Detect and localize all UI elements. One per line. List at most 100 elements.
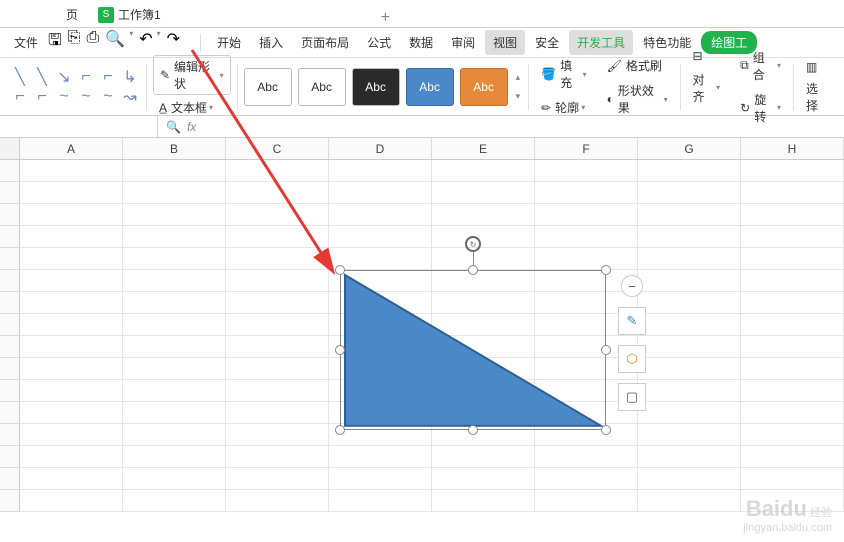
row-header[interactable] bbox=[0, 380, 20, 402]
select-all-corner[interactable] bbox=[0, 138, 20, 159]
menu-file[interactable]: 文件 bbox=[6, 30, 46, 55]
edit-shape-icon: ✎ bbox=[160, 68, 170, 82]
menu-start[interactable]: 开始 bbox=[209, 30, 249, 55]
menu-review[interactable]: 审阅 bbox=[443, 30, 483, 55]
quick-outline-button[interactable]: ▢ bbox=[618, 383, 646, 411]
rotate-button[interactable]: ↻ 旋转 ▾ bbox=[734, 89, 787, 127]
outline-label: 轮廓 bbox=[555, 99, 579, 116]
preview-icon[interactable]: 🔍 bbox=[105, 29, 125, 56]
add-tab-button[interactable]: + bbox=[371, 9, 400, 27]
resize-handle[interactable] bbox=[335, 345, 345, 355]
row-header[interactable] bbox=[0, 292, 20, 314]
resize-handle[interactable] bbox=[601, 265, 611, 275]
row-header[interactable] bbox=[0, 270, 20, 292]
group-button[interactable]: ⧉ 组合 ▾ bbox=[734, 47, 787, 85]
row-header[interactable] bbox=[0, 490, 20, 512]
resize-handle[interactable] bbox=[468, 265, 478, 275]
undo-icon[interactable]: ↶ bbox=[139, 29, 152, 56]
dropdown-icon: ▾ bbox=[581, 103, 585, 112]
dropdown-icon: ▾ bbox=[583, 70, 587, 79]
shape-style-preset[interactable]: Abc bbox=[298, 68, 346, 106]
gallery-down-icon[interactable]: ▾ bbox=[514, 89, 523, 104]
quick-fill-button[interactable]: ⬡ bbox=[618, 345, 646, 373]
select-pane-button[interactable]: ▥ bbox=[800, 58, 834, 76]
menu-data[interactable]: 数据 bbox=[401, 30, 441, 55]
fx-label[interactable]: fx bbox=[187, 120, 196, 134]
column-header[interactable]: B bbox=[123, 138, 226, 159]
row-header[interactable] bbox=[0, 226, 20, 248]
row-header[interactable] bbox=[0, 446, 20, 468]
row-header[interactable] bbox=[0, 314, 20, 336]
align-dropdown[interactable]: 对齐 ▾ bbox=[687, 69, 727, 107]
resize-handle[interactable] bbox=[468, 425, 478, 435]
rotate-handle[interactable]: ↻ bbox=[465, 236, 481, 252]
quick-edit-button[interactable]: ✎ bbox=[618, 307, 646, 335]
connector-icon[interactable]: ⌐ bbox=[76, 68, 96, 86]
line-icon[interactable]: ╲ bbox=[32, 68, 52, 86]
menu-page-layout[interactable]: 页面布局 bbox=[293, 30, 357, 55]
line-icon[interactable]: ╲ bbox=[10, 68, 30, 86]
fill-button[interactable]: 🪣 填充 ▾ bbox=[535, 55, 593, 93]
column-header[interactable]: E bbox=[432, 138, 535, 159]
resize-handle[interactable] bbox=[335, 265, 345, 275]
line-arrow-icon[interactable]: ↘ bbox=[54, 68, 74, 86]
column-header[interactable]: D bbox=[329, 138, 432, 159]
curve-icon[interactable]: ~ bbox=[54, 88, 74, 106]
column-header[interactable]: A bbox=[20, 138, 123, 159]
triangle-shape[interactable] bbox=[343, 273, 603, 428]
elbow-icon[interactable]: ⌐ bbox=[32, 88, 52, 106]
row-header[interactable] bbox=[0, 424, 20, 446]
format-painter-button[interactable]: 🖌 格式刷 bbox=[601, 55, 674, 76]
zoom-icon[interactable]: 🔍 bbox=[166, 120, 181, 134]
print-icon[interactable]: ⎙ bbox=[86, 29, 99, 56]
menu-formula[interactable]: 公式 bbox=[359, 30, 399, 55]
curve-arrow-icon[interactable]: ↝ bbox=[120, 88, 140, 106]
row-header[interactable] bbox=[0, 204, 20, 226]
menu-security[interactable]: 安全 bbox=[527, 30, 567, 55]
shape-style-preset[interactable]: Abc bbox=[460, 68, 508, 106]
shape-style-preset-selected[interactable]: Abc bbox=[406, 68, 454, 106]
connector-arrow-icon[interactable]: ↳ bbox=[120, 68, 140, 86]
column-header[interactable]: C bbox=[226, 138, 329, 159]
row-header[interactable] bbox=[0, 402, 20, 424]
row-header[interactable] bbox=[0, 160, 20, 182]
resize-handle[interactable] bbox=[335, 425, 345, 435]
shape-effects-button[interactable]: ◐ 形状效果 ▾ bbox=[601, 80, 674, 118]
curve-icon[interactable]: ~ bbox=[76, 88, 96, 106]
outline-button[interactable]: ✏ 轮廓 ▾ bbox=[535, 97, 593, 118]
connector-icon[interactable]: ⌐ bbox=[98, 68, 118, 86]
collapse-tools-button[interactable]: − bbox=[621, 275, 643, 297]
column-header[interactable]: F bbox=[535, 138, 638, 159]
redo-icon[interactable]: ↷ bbox=[167, 29, 180, 56]
menu-dev-tools[interactable]: 开发工具 bbox=[569, 30, 633, 55]
align-button[interactable]: ⊟ bbox=[687, 47, 727, 65]
edit-shape-button[interactable]: ✎ 编辑形状 ▾ bbox=[153, 55, 231, 95]
dropdown-icon[interactable]: ▾ bbox=[129, 29, 133, 56]
row-header[interactable] bbox=[0, 358, 20, 380]
page-tab[interactable]: 页 bbox=[56, 2, 88, 27]
workbook-tab[interactable]: S 工作簿1 bbox=[88, 2, 171, 27]
column-header[interactable]: H bbox=[741, 138, 844, 159]
shape-style-preset[interactable]: Abc bbox=[352, 68, 400, 106]
watermark-brand: Baidu bbox=[746, 496, 807, 521]
row-header[interactable] bbox=[0, 182, 20, 204]
selected-shape[interactable]: ↻ bbox=[340, 270, 606, 430]
name-box[interactable] bbox=[0, 116, 158, 137]
text-box-button[interactable]: A̲ 文本框 ▾ bbox=[153, 97, 231, 118]
column-header[interactable]: G bbox=[638, 138, 741, 159]
resize-handle[interactable] bbox=[601, 345, 611, 355]
select-dropdown[interactable]: 选择 bbox=[800, 78, 834, 116]
elbow-icon[interactable]: ⌐ bbox=[10, 88, 30, 106]
row-header[interactable] bbox=[0, 248, 20, 270]
row-header[interactable] bbox=[0, 336, 20, 358]
menu-insert[interactable]: 插入 bbox=[251, 30, 291, 55]
resize-handle[interactable] bbox=[601, 425, 611, 435]
dropdown-icon[interactable]: ▾ bbox=[157, 29, 161, 56]
save-icon[interactable]: 🖫 bbox=[48, 29, 62, 56]
shape-style-preset[interactable]: Abc bbox=[244, 68, 292, 106]
curve-icon[interactable]: ~ bbox=[98, 88, 118, 106]
row-header[interactable] bbox=[0, 468, 20, 490]
gallery-up-icon[interactable]: ▴ bbox=[514, 70, 523, 85]
menu-view[interactable]: 视图 bbox=[485, 30, 525, 55]
qat-icon[interactable]: ⎘ bbox=[68, 29, 81, 56]
